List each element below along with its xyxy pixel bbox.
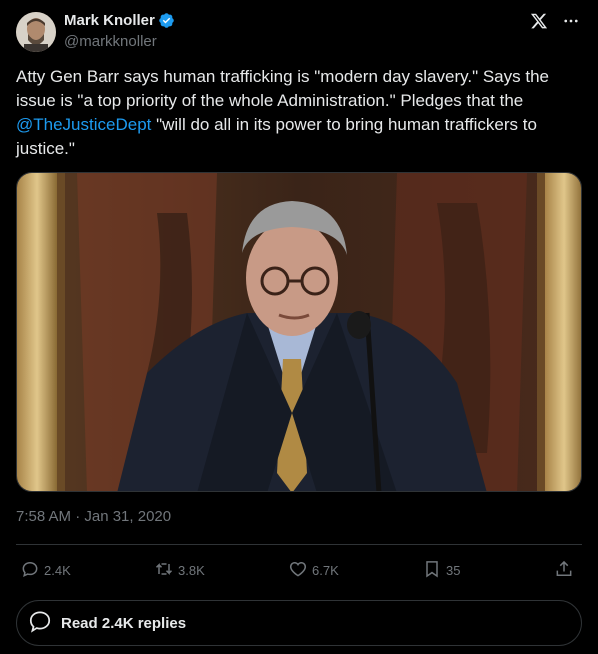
reply-button[interactable]: 2.4K: [20, 556, 71, 584]
share-button[interactable]: [554, 556, 574, 584]
bookmark-count: 35: [446, 562, 461, 578]
repost-button[interactable]: 3.8K: [154, 556, 205, 584]
read-replies-button[interactable]: Read 2.4K replies: [16, 600, 582, 646]
mention-link[interactable]: @TheJusticeDept: [16, 115, 151, 134]
tweet-media[interactable]: [16, 172, 582, 492]
divider: [16, 544, 582, 545]
video-still-image: [17, 173, 581, 491]
more-icon[interactable]: [562, 12, 580, 30]
tweet-text-part1: Atty Gen Barr says human trafficking is …: [16, 67, 549, 110]
heart-icon: [288, 559, 308, 582]
reply-icon: [20, 559, 40, 582]
like-count: 6.7K: [312, 562, 339, 578]
share-icon: [554, 559, 574, 582]
verified-badge-icon: [158, 12, 175, 29]
like-button[interactable]: 6.7K: [288, 556, 339, 584]
repost-icon: [154, 559, 174, 582]
tweet-text: Atty Gen Barr says human trafficking is …: [16, 65, 576, 161]
x-logo-icon[interactable]: [530, 12, 548, 30]
author-handle[interactable]: @markknoller: [64, 33, 157, 50]
reply-bubble-icon: [27, 608, 53, 639]
header-icons: [530, 12, 580, 30]
author-name-row: Mark Knoller: [64, 12, 175, 29]
avatar-image: [16, 12, 56, 52]
bookmark-icon: [422, 559, 442, 582]
bookmark-button[interactable]: 35: [422, 556, 460, 584]
action-bar: 2.4K 3.8K 6.7K 35: [16, 556, 582, 584]
tweet-card: Mark Knoller @markknoller Atty Gen Barr …: [0, 0, 598, 654]
avatar[interactable]: [16, 12, 56, 52]
repost-count: 3.8K: [178, 562, 205, 578]
tweet-header: Mark Knoller @markknoller: [16, 10, 582, 54]
author-name[interactable]: Mark Knoller: [64, 12, 155, 29]
reply-count: 2.4K: [44, 562, 71, 578]
read-replies-label: Read 2.4K replies: [61, 614, 187, 632]
tweet-timestamp[interactable]: 7:58 AM · Jan 31, 2020: [16, 508, 171, 525]
